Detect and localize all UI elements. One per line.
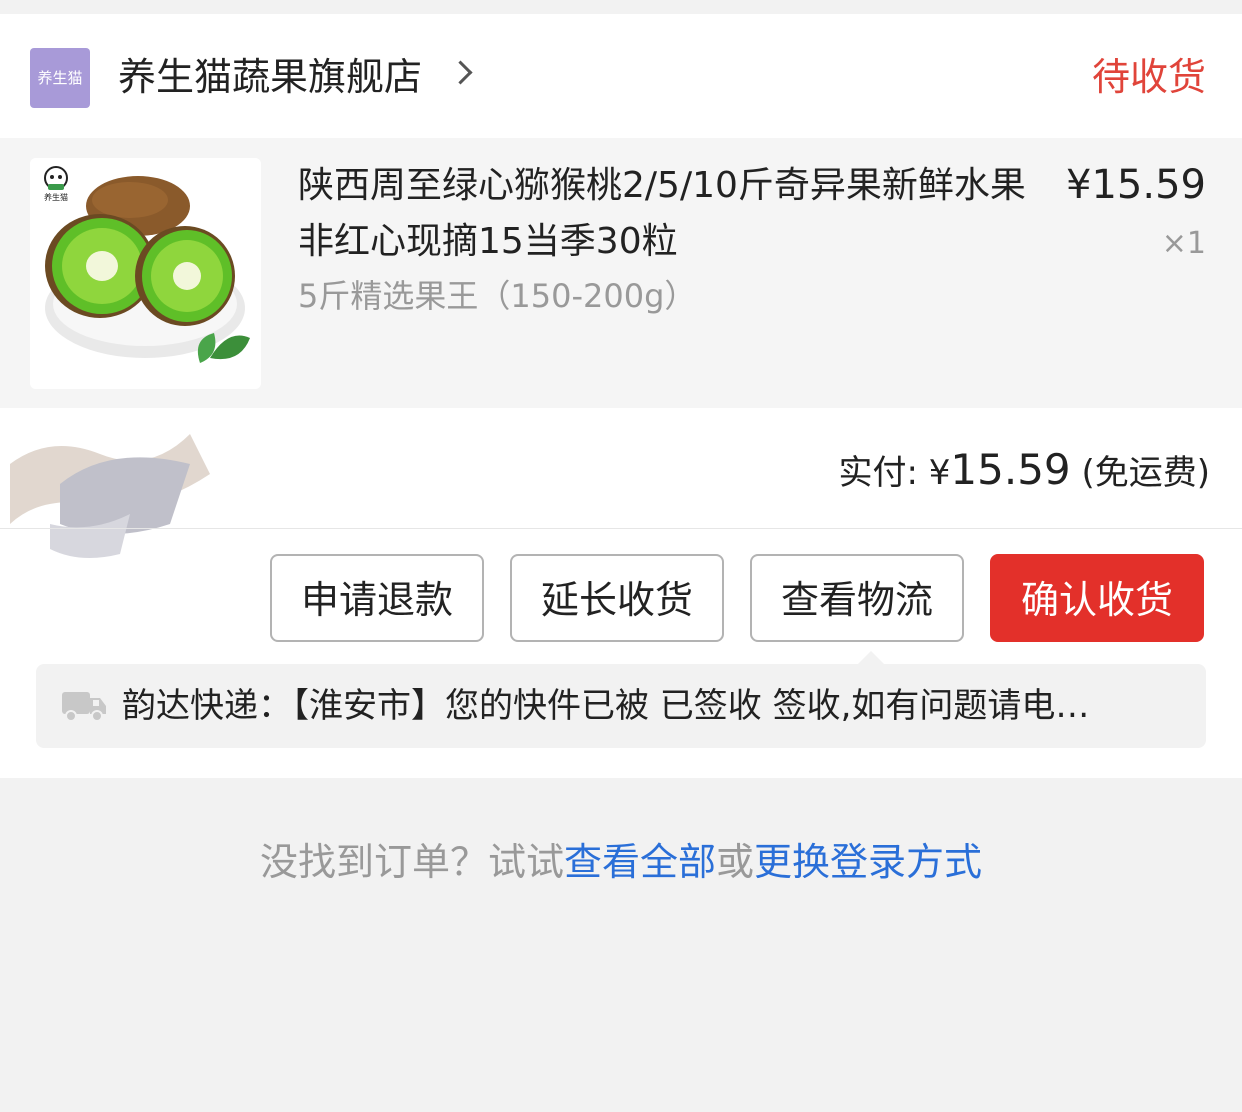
payment-summary: 实付: ¥15.59 (免运费) (839, 442, 1211, 501)
truck-icon (62, 692, 106, 722)
divider (0, 528, 1242, 529)
not-found-hint: 没找到订单？试试查看全部或更换登录方式 (0, 836, 1242, 888)
shop-logo: 养生猫 (30, 48, 90, 108)
change-login-link[interactable]: 更换登录方式 (754, 840, 982, 884)
redaction-smudge (10, 434, 210, 558)
order-status: 待收货 (1091, 55, 1206, 99)
kiwi-image: 养生猫 (30, 158, 261, 389)
confirm-receipt-button[interactable]: 确认收货 (990, 554, 1204, 642)
payment-currency: ¥ (928, 453, 951, 493)
shop-header[interactable]: 养生猫 养生猫蔬果旗舰店 待收货 (0, 14, 1242, 138)
logistics-panel[interactable]: 韵达快递：【淮安市】您的快件已被 已签收 签收,如有问题请电… (36, 664, 1206, 748)
shipping-note: (免运费) (1070, 453, 1210, 493)
refund-button[interactable]: 申请退款 (270, 554, 484, 642)
payment-label: 实付: (838, 453, 929, 493)
carrier-name: 韵达快递： (122, 686, 292, 726)
product-item[interactable]: 养生猫 陕西周至绿心猕猴桃2/5/10斤奇异果新鲜水果非红心现摘15当季30粒 … (0, 138, 1242, 408)
thumb-logo-text: 养生猫 (44, 192, 68, 202)
extend-receipt-button[interactable]: 延长收货 (510, 554, 724, 642)
payment-amount: 15.59 (950, 445, 1071, 494)
view-all-link[interactable]: 查看全部 (564, 840, 716, 884)
chevron-right-icon[interactable] (448, 60, 473, 85)
hint-prefix: 没找到订单？试试 (259, 840, 564, 884)
logistics-pointer (858, 651, 884, 664)
view-logistics-button[interactable]: 查看物流 (750, 554, 964, 642)
shop-name[interactable]: 养生猫蔬果旗舰店 (118, 52, 422, 102)
product-title[interactable]: 陕西周至绿心猕猴桃2/5/10斤奇异果新鲜水果非红心现摘15当季30粒 (298, 158, 1028, 270)
logistics-text: 韵达快递：【淮安市】您的快件已被 已签收 签收,如有问题请电… (122, 680, 1192, 732)
product-spec: 5斤精选果王（150-200g） (298, 277, 697, 315)
hint-middle: 或 (716, 840, 755, 884)
product-thumbnail[interactable]: 养生猫 (30, 158, 261, 389)
logistics-message: 【淮安市】您的快件已被 已签收 签收,如有问题请电… (292, 686, 1090, 726)
order-card: 养生猫 养生猫蔬果旗舰店 待收货 养生猫 陕西周至绿心猕猴桃2/5/10斤奇异果… (0, 14, 1242, 778)
product-price: ¥15.59 (1066, 162, 1206, 208)
product-quantity: ×1 (1161, 226, 1206, 261)
